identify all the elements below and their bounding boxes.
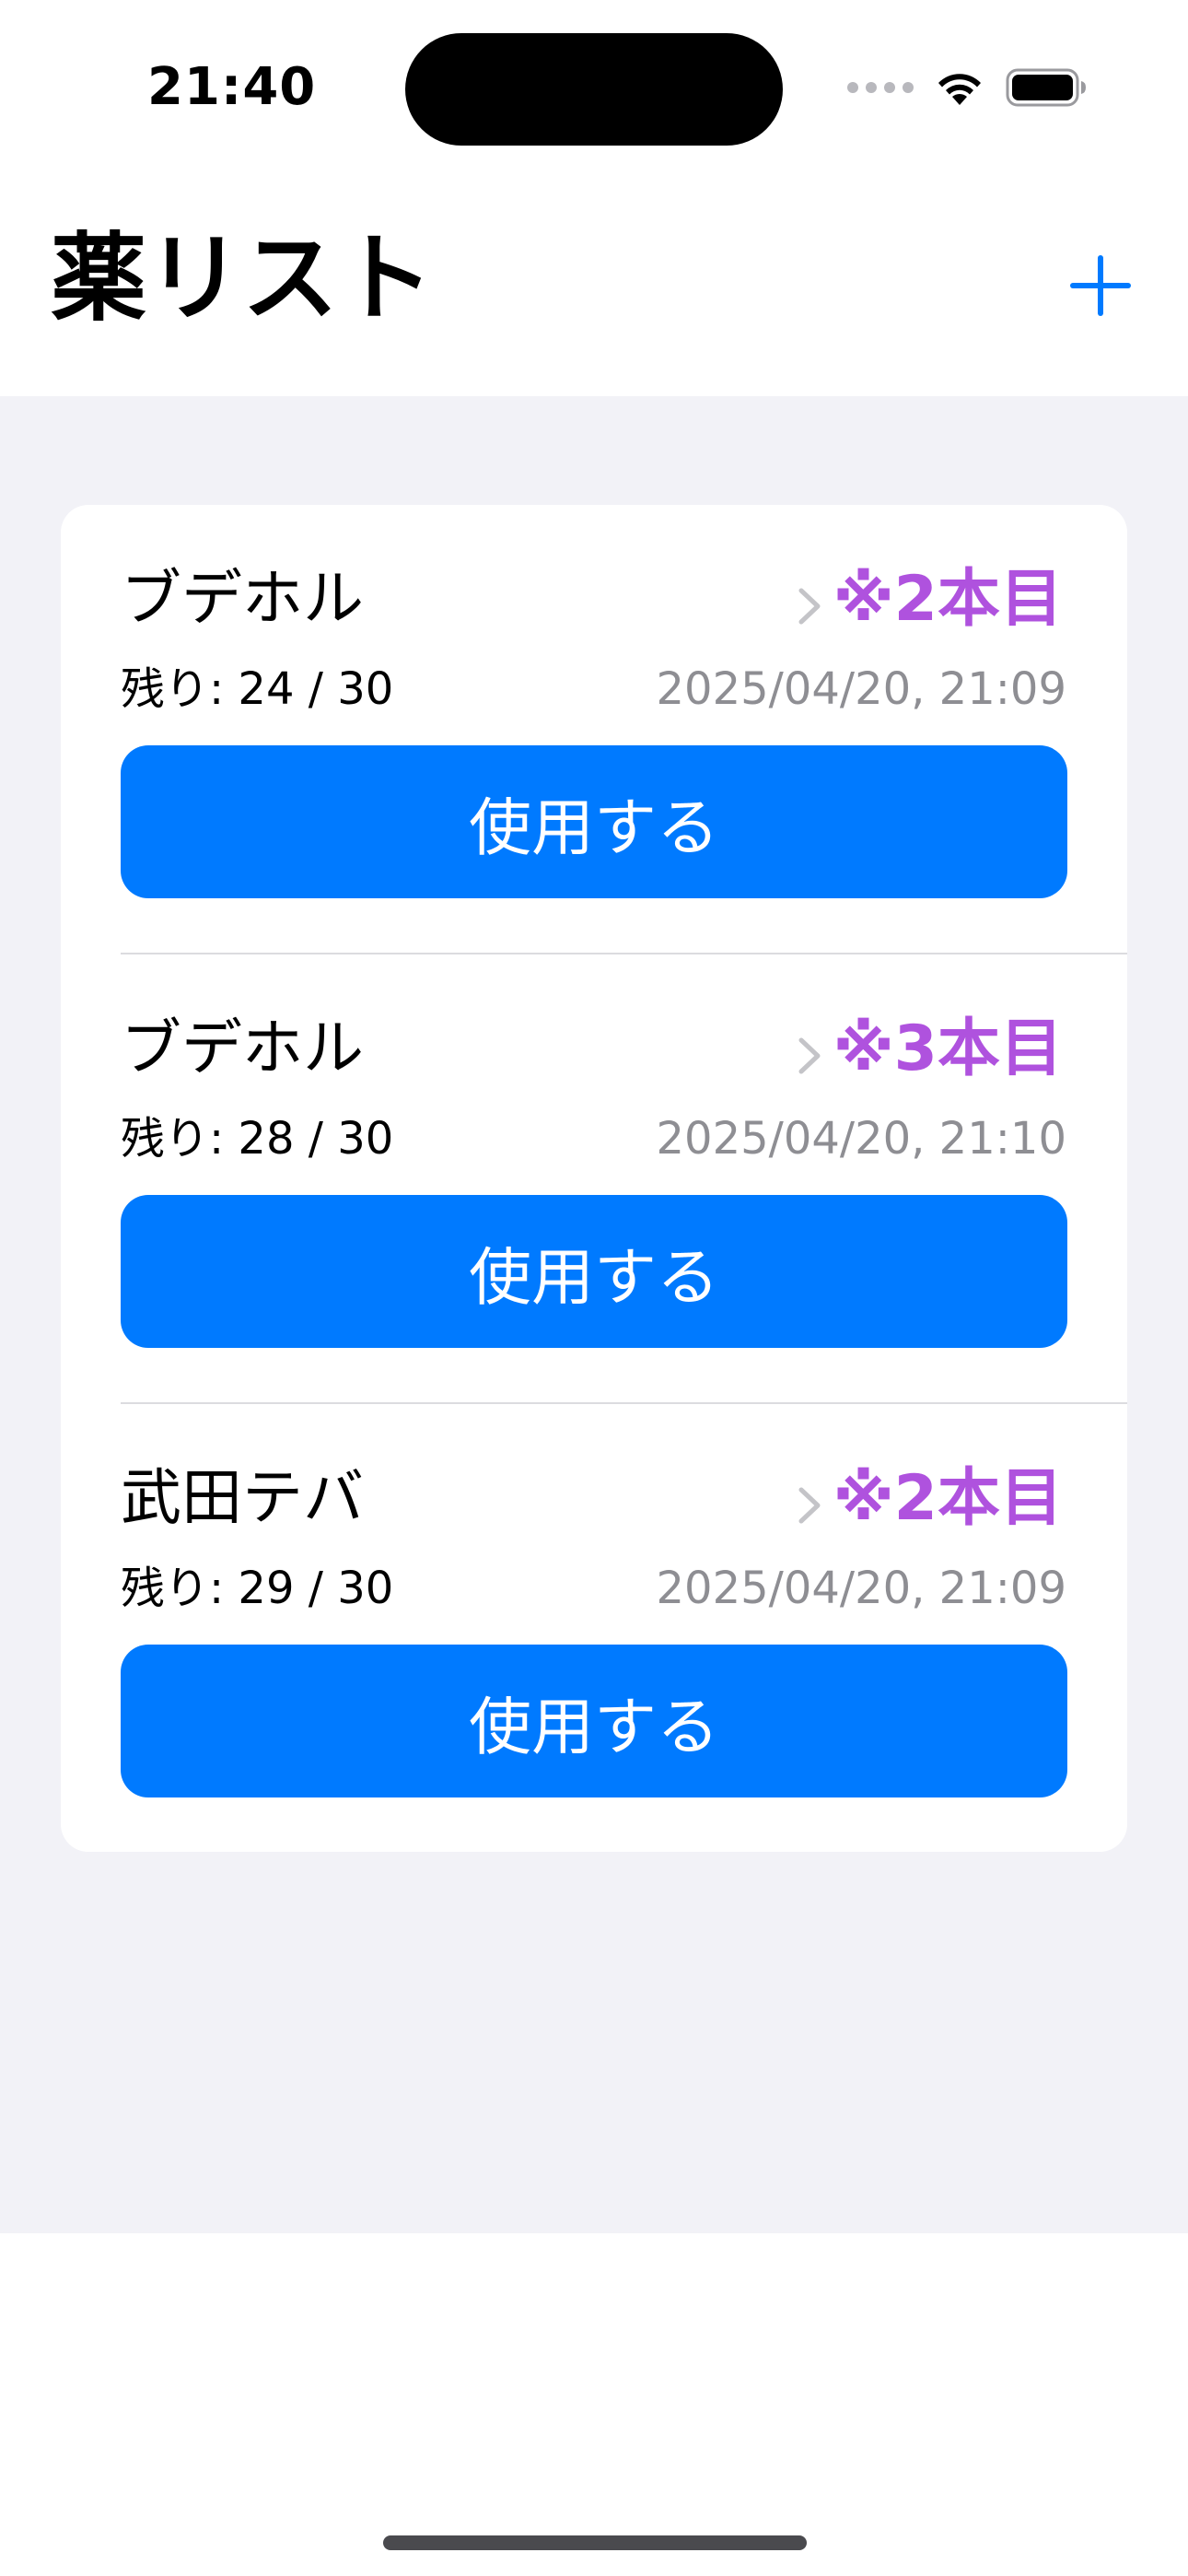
bottle-count-label: ※2本目 [833, 1462, 1063, 1535]
start-timestamp: 2025/04/20, 21:10 [656, 1113, 1067, 1165]
chevron-right-icon [798, 1487, 821, 1524]
medicine-row[interactable]: 武田テバ ※2本目 残り: 29 / 30 2025/04/20, 21:09 … [61, 1404, 1127, 1852]
plus-icon [1070, 255, 1131, 316]
wifi-icon [938, 74, 981, 105]
medicine-name: ブデホル [121, 1013, 364, 1083]
medicine-row[interactable]: ブデホル ※2本目 残り: 24 / 30 2025/04/20, 21:09 … [61, 505, 1127, 954]
remaining-doses: 残り: 24 / 30 [121, 663, 394, 715]
medicine-list-area: ブデホル ※2本目 残り: 24 / 30 2025/04/20, 21:09 … [0, 396, 1188, 2233]
medicine-list-card: ブデホル ※2本目 残り: 24 / 30 2025/04/20, 21:09 … [61, 505, 1127, 1852]
medicine-name: 武田テバ [121, 1462, 364, 1533]
battery-icon [1006, 68, 1086, 107]
dynamic-island [405, 33, 783, 146]
use-button[interactable]: 使用する [121, 745, 1067, 898]
use-button[interactable]: 使用する [121, 1645, 1067, 1797]
home-indicator[interactable] [383, 2535, 807, 2550]
chevron-right-icon [798, 1037, 821, 1074]
remaining-doses: 残り: 28 / 30 [121, 1113, 394, 1165]
signal-dots-icon [847, 82, 914, 93]
status-time: 21:40 [147, 57, 317, 117]
navigation-header: 薬リスト [0, 175, 1188, 396]
status-bar: 21:40 [0, 0, 1188, 175]
medicine-row[interactable]: ブデホル ※3本目 残り: 28 / 30 2025/04/20, 21:10 … [61, 954, 1127, 1404]
start-timestamp: 2025/04/20, 21:09 [656, 663, 1067, 715]
remaining-doses: 残り: 29 / 30 [121, 1563, 394, 1614]
chevron-right-icon [798, 588, 821, 625]
page-title: 薬リスト [51, 222, 435, 334]
start-timestamp: 2025/04/20, 21:09 [656, 1563, 1067, 1614]
add-medicine-button[interactable] [1064, 249, 1137, 322]
status-icons [847, 64, 1087, 111]
bottle-count-label: ※3本目 [833, 1013, 1063, 1085]
medicine-name: ブデホル [121, 563, 364, 634]
bottle-count-label: ※2本目 [833, 563, 1063, 636]
use-button[interactable]: 使用する [121, 1195, 1067, 1348]
